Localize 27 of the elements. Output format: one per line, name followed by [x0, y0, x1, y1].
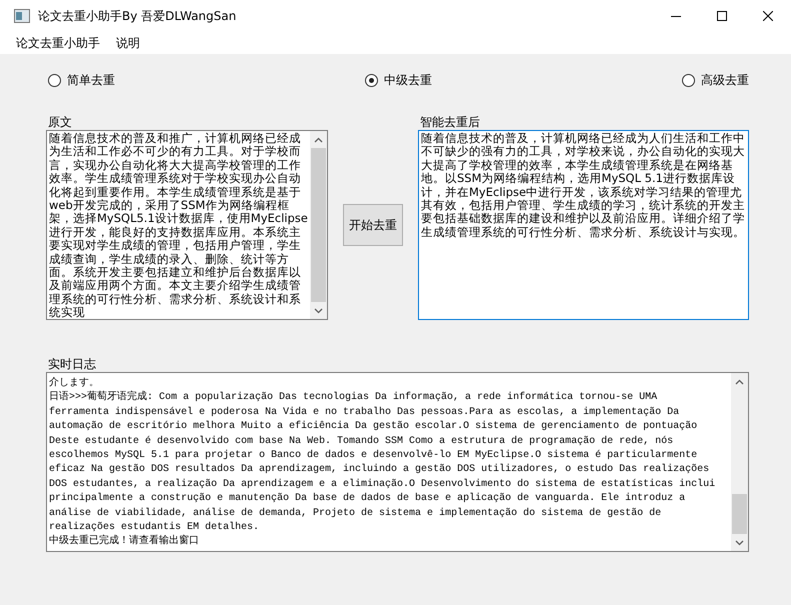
scroll-up-icon[interactable] [314, 136, 323, 142]
original-label: 原文 [48, 114, 73, 130]
start-button[interactable]: 开始去重 [343, 204, 403, 246]
menu-item[interactable]: 说明 [110, 34, 146, 52]
mode-radio[interactable]: 简单去重 [48, 72, 115, 88]
log-text-area[interactable]: 介します。 日语>>>葡萄牙语完成: Com a popularização Das tecnologias Da informação, a rede informática tornou-se UMA ferramenta indispensável e poderosa Na Vida e no trabalho Das pessoas.Para as escolas, a implementação Da automação de escritório melhora Muito a eficiência Da gestão escolar.O sistema de gerenciamento de pontuação Deste estudante é desenvolvido com base Na Web. Tomando SSM Como a estrutura de programação de rede, nós escolhemos MySQL 5.1 para projetar o Banco de dados e desenvolvê-lo EM MyEclipse.O sistema é particularmente eficaz Na gestão DOS resultados Da aprendizagem, incluindo a gestão DOS utilizadores, o estudo Das realizações DOS estudantes, a realização Da aprendizagem e a eliminação.O Desenvolvimento do sistema de estatísticas inclui principalmente a construção e manutenção Da base de dados de base e aplicação de vanguarda. Ele introduz a análise de viabilidade, análise de demanda, Projeto de sistema e implementação do sistema de gestão de realizações estudantis EM detalhes. 中级去重已完成！请查看输出窗口 [46, 372, 749, 552]
scroll-down-icon[interactable] [735, 540, 744, 546]
log-label: 实时日志 [48, 356, 97, 372]
result-text-area[interactable]: 随着信息技术的普及，计算机网络已经成为人们生活和工作中不可缺少的强有力的工具，对学校来说，办公自动化的实现大大提高了学校管理的效率，本学生成绩管理系统是在网络基地。以SSM为网络编程结构，选用MySQL 5.1进行数据库设计，并在MyEclipse中进行开发，该系统对学习结果的管理尤其有效，包括用户管理、学生成绩的学习，统计系统的开发主要包括基础数据库的建设和维护以及前沿应用。详细介绍了学生成绩管理系统的可行性分析、需求分析、系统设计与实现。 [418, 130, 749, 320]
mode-radio[interactable]: 高级去重 [682, 72, 749, 88]
menu-item[interactable]: 论文去重小助手 [10, 34, 106, 52]
radio-icon[interactable] [682, 74, 695, 86]
result-label: 智能去重后 [420, 114, 481, 130]
window-title: 论文去重小助手By 吾爱DLWangSan [38, 8, 238, 24]
radio-icon[interactable] [365, 74, 378, 86]
scrollbar-thumb[interactable] [311, 148, 326, 302]
scroll-down-icon[interactable] [314, 308, 323, 314]
mode-radio[interactable]: 中级去重 [365, 72, 432, 88]
maximize-icon [717, 11, 727, 21]
scroll-up-icon[interactable] [735, 378, 744, 384]
app-icon [14, 9, 30, 23]
scrollbar[interactable] [731, 373, 748, 551]
close-icon [763, 11, 773, 21]
original-text-area[interactable]: 随着信息技术的普及和推广，计算机网络已经成为生活和工作必不可少的有力工具。对于学校而言，实现办公自动化将大大提高学校管理的工作效率。学生成绩管理系统对于学校实现办公自动化将起到重要作用。本学生成绩管理系统是基于web开发完成的，采用了SSM作为网络编程框架，选择MySQL5.1设计数据库，使用MyEclipse进行开发，能良好的支持数据库应用。本系统主要实现对学生成绩的管理，包括用户管理，学生成绩查询，学生成绩的录入、删除、统计等方面。系统开发主要包括建立和维护后台数据库以及前端应用两个方面。本文主要介绍学生成绩管理系统的可行性分析、需求分析、系统设计和系统实现 [46, 130, 328, 320]
scrollbar[interactable] [310, 131, 327, 319]
radio-icon[interactable] [48, 74, 61, 86]
scrollbar-thumb[interactable] [732, 494, 747, 534]
